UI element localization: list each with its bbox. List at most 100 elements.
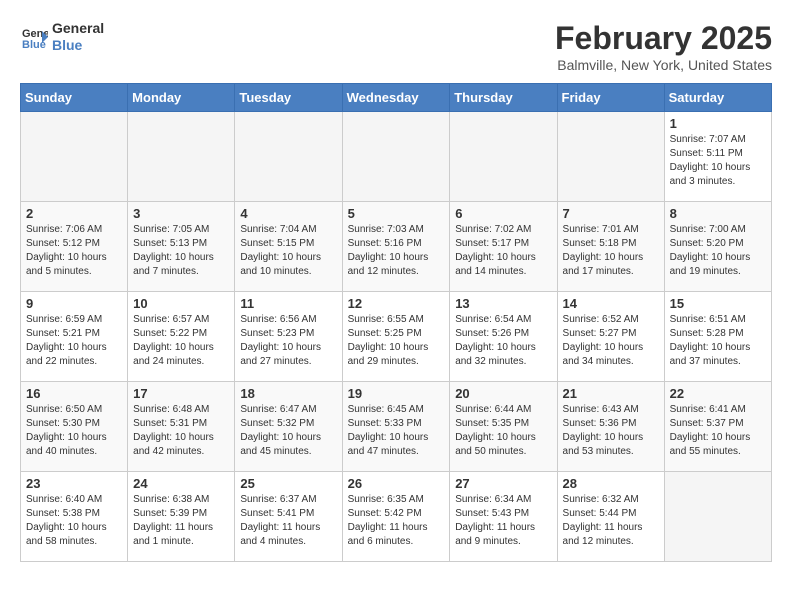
day-number: 24: [133, 476, 229, 491]
day-number: 19: [348, 386, 445, 401]
day-number: 13: [455, 296, 551, 311]
calendar-cell: 17Sunrise: 6:48 AM Sunset: 5:31 PM Dayli…: [128, 382, 235, 472]
weekday-header: Wednesday: [342, 84, 450, 112]
weekday-header: Tuesday: [235, 84, 342, 112]
calendar-cell: 7 Sunrise: 7:01 AM Sunset: 5:18 PM Daylig…: [557, 202, 664, 292]
weekday-header: Monday: [128, 84, 235, 112]
day-number: 9: [26, 296, 122, 311]
logo-general: General: [52, 20, 104, 37]
calendar-cell: [450, 112, 557, 202]
calendar-cell: 24Sunrise: 6:38 AM Sunset: 5:39 PM Dayli…: [128, 472, 235, 562]
weekday-header: Saturday: [664, 84, 771, 112]
calendar-cell: 8 Sunrise: 7:00 AM Sunset: 5:20 PM Daylig…: [664, 202, 771, 292]
day-number: 4: [240, 206, 336, 221]
day-info: Sunrise: 6:54 AM Sunset: 5:26 PM Dayligh…: [455, 313, 551, 369]
calendar-cell: 3 Sunrise: 7:05 AM Sunset: 5:13 PM Daylig…: [128, 202, 235, 292]
day-number: 26: [348, 476, 445, 491]
calendar-cell: 16 Sunrise: 6:50 AM Sunset: 5:30 PM Dayli…: [21, 382, 128, 472]
calendar-week-row: 1 Sunrise: 7:07 AM Sunset: 5:11 PM Daylig…: [21, 112, 772, 202]
weekday-header-row: SundayMondayTuesdayWednesdayThursdayFrid…: [21, 84, 772, 112]
calendar-cell: 26 Sunrise: 6:35 AM Sunset: 5:42 PM Dayli…: [342, 472, 450, 562]
calendar-cell: 19 Sunrise: 6:45 AM Sunset: 5:33 PM Dayli…: [342, 382, 450, 472]
day-number: 3: [133, 206, 229, 221]
day-info: Sunrise: 7:00 AM Sunset: 5:20 PM Dayligh…: [670, 223, 766, 279]
day-info: Sunrise: 7:01 AM Sunset: 5:18 PM Dayligh…: [563, 223, 659, 279]
day-info: Sunrise: 6:52 AM Sunset: 5:27 PM Dayligh…: [563, 313, 659, 369]
calendar-cell: [557, 112, 664, 202]
day-number: 25: [240, 476, 336, 491]
day-info: Sunrise: 6:51 AM Sunset: 5:28 PM Dayligh…: [670, 313, 766, 369]
day-info: Sunrise: 6:45 AM Sunset: 5:33 PM Dayligh…: [348, 403, 445, 459]
calendar-cell: 13 Sunrise: 6:54 AM Sunset: 5:26 PM Dayli…: [450, 292, 557, 382]
calendar-cell: [664, 472, 771, 562]
day-info: Sunrise: 6:55 AM Sunset: 5:25 PM Dayligh…: [348, 313, 445, 369]
calendar-cell: 27 Sunrise: 6:34 AM Sunset: 5:43 PM Dayli…: [450, 472, 557, 562]
day-number: 20: [455, 386, 551, 401]
calendar-cell: 25 Sunrise: 6:37 AM Sunset: 5:41 PM Dayli…: [235, 472, 342, 562]
calendar-cell: 15Sunrise: 6:51 AM Sunset: 5:28 PM Dayli…: [664, 292, 771, 382]
calendar-cell: 12Sunrise: 6:55 AM Sunset: 5:25 PM Dayli…: [342, 292, 450, 382]
calendar-cell: 10 Sunrise: 6:57 AM Sunset: 5:22 PM Dayli…: [128, 292, 235, 382]
day-number: 1: [670, 116, 766, 131]
month-year: February 2025: [555, 20, 772, 57]
day-info: Sunrise: 7:02 AM Sunset: 5:17 PM Dayligh…: [455, 223, 551, 279]
day-info: Sunrise: 6:57 AM Sunset: 5:22 PM Dayligh…: [133, 313, 229, 369]
day-info: Sunrise: 7:03 AM Sunset: 5:16 PM Dayligh…: [348, 223, 445, 279]
day-number: 21: [563, 386, 659, 401]
day-info: Sunrise: 6:56 AM Sunset: 5:23 PM Dayligh…: [240, 313, 336, 369]
day-number: 18: [240, 386, 336, 401]
weekday-header: Thursday: [450, 84, 557, 112]
day-number: 7: [563, 206, 659, 221]
day-info: Sunrise: 6:43 AM Sunset: 5:36 PM Dayligh…: [563, 403, 659, 459]
day-info: Sunrise: 7:04 AM Sunset: 5:15 PM Dayligh…: [240, 223, 336, 279]
calendar-week-row: 2 Sunrise: 7:06 AM Sunset: 5:12 PM Daylig…: [21, 202, 772, 292]
calendar-cell: 4 Sunrise: 7:04 AM Sunset: 5:15 PM Daylig…: [235, 202, 342, 292]
title-block: February 2025 Balmville, New York, Unite…: [555, 20, 772, 73]
calendar-cell: 9Sunrise: 6:59 AM Sunset: 5:21 PM Daylig…: [21, 292, 128, 382]
day-number: 22: [670, 386, 766, 401]
calendar-cell: 20 Sunrise: 6:44 AM Sunset: 5:35 PM Dayli…: [450, 382, 557, 472]
day-info: Sunrise: 6:40 AM Sunset: 5:38 PM Dayligh…: [26, 493, 122, 549]
day-number: 8: [670, 206, 766, 221]
calendar-cell: 23 Sunrise: 6:40 AM Sunset: 5:38 PM Dayli…: [21, 472, 128, 562]
day-info: Sunrise: 6:37 AM Sunset: 5:41 PM Dayligh…: [240, 493, 336, 549]
day-info: Sunrise: 6:41 AM Sunset: 5:37 PM Dayligh…: [670, 403, 766, 459]
calendar-cell: 2 Sunrise: 7:06 AM Sunset: 5:12 PM Daylig…: [21, 202, 128, 292]
day-number: 27: [455, 476, 551, 491]
calendar-cell: 6 Sunrise: 7:02 AM Sunset: 5:17 PM Daylig…: [450, 202, 557, 292]
calendar-week-row: 16 Sunrise: 6:50 AM Sunset: 5:30 PM Dayli…: [21, 382, 772, 472]
calendar-cell: 18Sunrise: 6:47 AM Sunset: 5:32 PM Dayli…: [235, 382, 342, 472]
day-number: 23: [26, 476, 122, 491]
logo: General Blue General Blue: [20, 20, 104, 54]
day-info: Sunrise: 6:50 AM Sunset: 5:30 PM Dayligh…: [26, 403, 122, 459]
calendar-cell: 14Sunrise: 6:52 AM Sunset: 5:27 PM Dayli…: [557, 292, 664, 382]
day-number: 28: [563, 476, 659, 491]
calendar-week-row: 23 Sunrise: 6:40 AM Sunset: 5:38 PM Dayli…: [21, 472, 772, 562]
day-info: Sunrise: 7:05 AM Sunset: 5:13 PM Dayligh…: [133, 223, 229, 279]
day-number: 10: [133, 296, 229, 311]
day-number: 17: [133, 386, 229, 401]
day-number: 2: [26, 206, 122, 221]
day-info: Sunrise: 6:32 AM Sunset: 5:44 PM Dayligh…: [563, 493, 659, 549]
day-info: Sunrise: 7:06 AM Sunset: 5:12 PM Dayligh…: [26, 223, 122, 279]
day-info: Sunrise: 7:07 AM Sunset: 5:11 PM Dayligh…: [670, 133, 766, 189]
day-info: Sunrise: 6:44 AM Sunset: 5:35 PM Dayligh…: [455, 403, 551, 459]
calendar: SundayMondayTuesdayWednesdayThursdayFrid…: [20, 83, 772, 562]
calendar-week-row: 9Sunrise: 6:59 AM Sunset: 5:21 PM Daylig…: [21, 292, 772, 382]
calendar-cell: 21 Sunrise: 6:43 AM Sunset: 5:36 PM Dayli…: [557, 382, 664, 472]
day-number: 5: [348, 206, 445, 221]
page-header: General Blue General Blue February 2025 …: [20, 20, 772, 73]
calendar-cell: 11Sunrise: 6:56 AM Sunset: 5:23 PM Dayli…: [235, 292, 342, 382]
calendar-cell: 1 Sunrise: 7:07 AM Sunset: 5:11 PM Daylig…: [664, 112, 771, 202]
calendar-cell: 5 Sunrise: 7:03 AM Sunset: 5:16 PM Daylig…: [342, 202, 450, 292]
day-number: 16: [26, 386, 122, 401]
calendar-cell: [235, 112, 342, 202]
day-info: Sunrise: 6:34 AM Sunset: 5:43 PM Dayligh…: [455, 493, 551, 549]
weekday-header: Friday: [557, 84, 664, 112]
calendar-cell: 22 Sunrise: 6:41 AM Sunset: 5:37 PM Dayli…: [664, 382, 771, 472]
calendar-cell: [21, 112, 128, 202]
calendar-cell: 28 Sunrise: 6:32 AM Sunset: 5:44 PM Dayli…: [557, 472, 664, 562]
day-number: 6: [455, 206, 551, 221]
logo-icon: General Blue: [20, 23, 48, 51]
day-info: Sunrise: 6:35 AM Sunset: 5:42 PM Dayligh…: [348, 493, 445, 549]
